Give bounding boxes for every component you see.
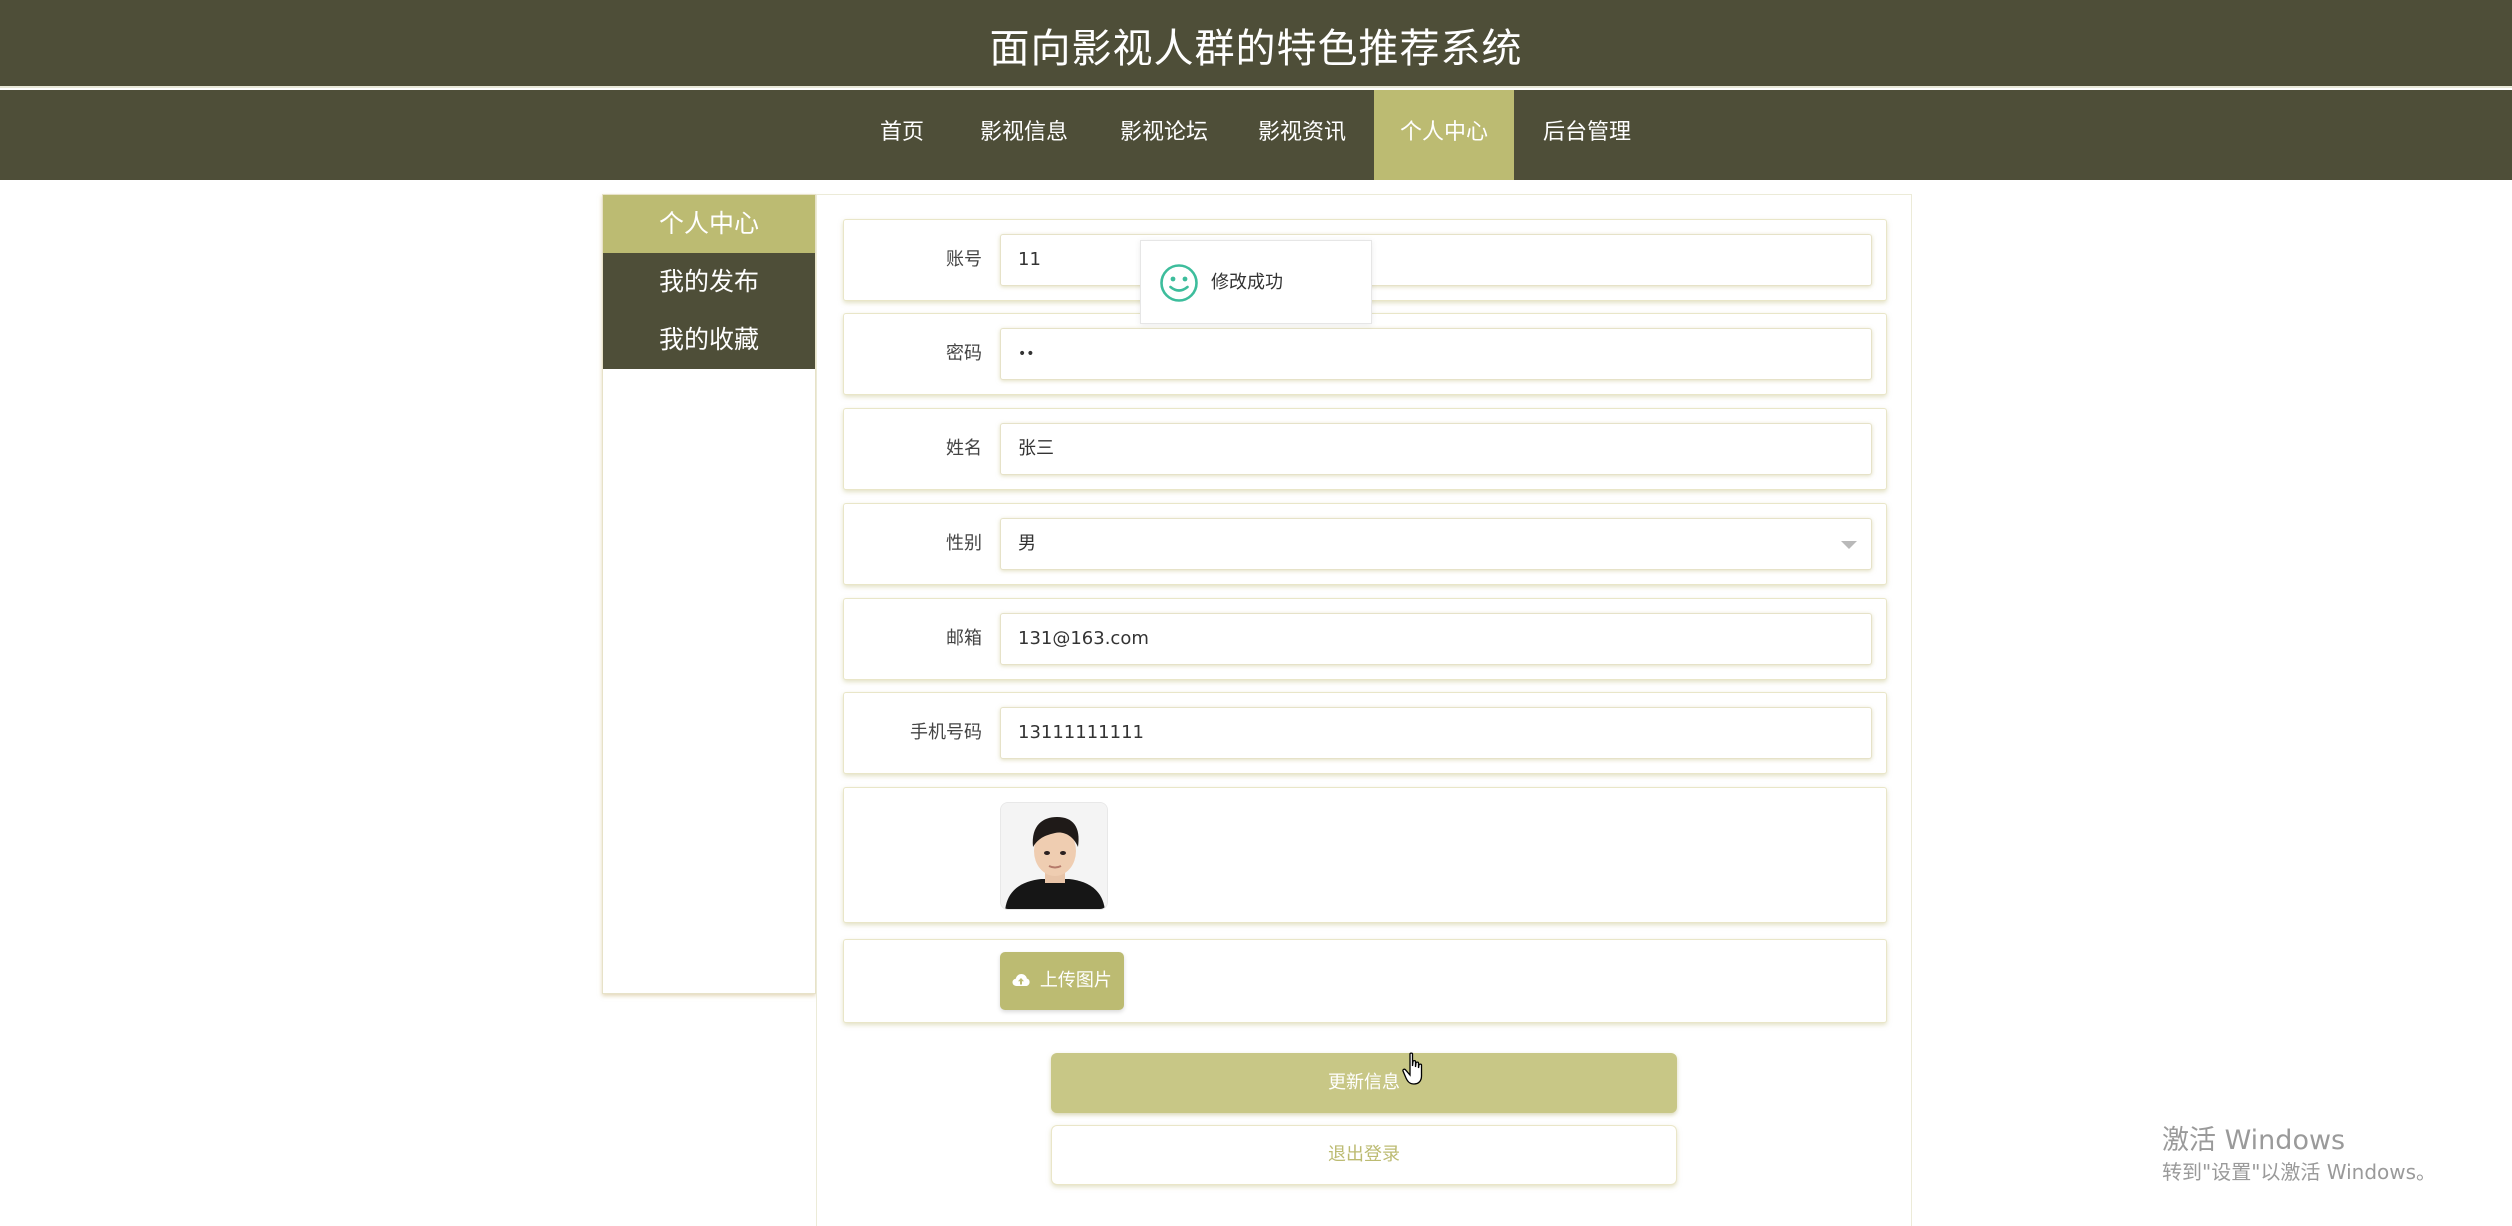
sidebar-item-my-posts[interactable]: 我的发布 bbox=[603, 253, 815, 311]
name-input[interactable]: 张三 bbox=[1000, 423, 1872, 475]
nav-item-home[interactable]: 首页 bbox=[864, 90, 940, 180]
form-row-avatar bbox=[843, 787, 1887, 923]
password-label: 密码 bbox=[946, 343, 982, 364]
avatar-portrait-icon bbox=[1001, 803, 1107, 909]
phone-input[interactable]: 13111111111 bbox=[1000, 707, 1872, 759]
sidebar-item-personal-center[interactable]: 个人中心 bbox=[603, 195, 815, 253]
name-label: 姓名 bbox=[946, 438, 982, 459]
success-toast: 修改成功 bbox=[1140, 240, 1372, 324]
profile-form-panel: 账号 11 密码 •• 姓名 张三 性别 男 邮箱 131@163.com 手机… bbox=[816, 194, 1912, 1226]
site-title: 面向影视人群的特色推荐系统 bbox=[989, 26, 1523, 72]
account-input[interactable]: 11 bbox=[1000, 234, 1872, 286]
nav-item-admin[interactable]: 后台管理 bbox=[1528, 90, 1646, 180]
gender-value: 男 bbox=[1018, 533, 1036, 554]
toast-message: 修改成功 bbox=[1211, 272, 1283, 293]
windows-activation-title: 激活 Windows bbox=[2162, 1125, 2346, 1156]
chevron-down-icon[interactable] bbox=[1841, 541, 1857, 549]
hand-pointer-icon bbox=[1402, 1052, 1423, 1085]
form-row-password: 密码 •• bbox=[843, 313, 1887, 395]
site-header: 面向影视人群的特色推荐系统 bbox=[0, 0, 2512, 88]
form-row-gender: 性别 男 bbox=[843, 503, 1887, 585]
nav-item-personal-center[interactable]: 个人中心 bbox=[1374, 90, 1514, 180]
nav-item-movie-forum[interactable]: 影视论坛 bbox=[1106, 90, 1222, 180]
cloud-upload-icon bbox=[1012, 974, 1030, 986]
sidebar: 个人中心 我的发布 我的收藏 bbox=[602, 194, 816, 994]
nav-item-movie-news[interactable]: 影视资讯 bbox=[1244, 90, 1360, 180]
phone-label: 手机号码 bbox=[910, 722, 982, 743]
smile-icon bbox=[1160, 264, 1198, 302]
email-input[interactable]: 131@163.com bbox=[1000, 613, 1872, 665]
form-row-name: 姓名 张三 bbox=[843, 408, 1887, 490]
avatar[interactable] bbox=[1000, 802, 1108, 910]
logout-button[interactable]: 退出登录 bbox=[1051, 1125, 1677, 1185]
main-nav: 首页 影视信息 影视论坛 影视资讯 个人中心 后台管理 bbox=[0, 90, 2512, 180]
windows-activation-subtitle: 转到"设置"以激活 Windows。 bbox=[2162, 1160, 2437, 1184]
account-label: 账号 bbox=[946, 249, 982, 270]
form-row-upload: 上传图片 bbox=[843, 939, 1887, 1023]
update-info-button[interactable]: 更新信息 bbox=[1051, 1053, 1677, 1113]
form-row-phone: 手机号码 13111111111 bbox=[843, 692, 1887, 774]
form-row-email: 邮箱 131@163.com bbox=[843, 598, 1887, 680]
upload-button-label: 上传图片 bbox=[1039, 970, 1112, 991]
gender-select[interactable]: 男 bbox=[1000, 518, 1872, 570]
sidebar-item-my-favorites[interactable]: 我的收藏 bbox=[603, 311, 815, 369]
gender-label: 性别 bbox=[946, 533, 982, 554]
nav-item-movie-info[interactable]: 影视信息 bbox=[966, 90, 1082, 180]
email-label: 邮箱 bbox=[946, 628, 982, 649]
password-input[interactable]: •• bbox=[1000, 328, 1872, 380]
upload-image-button[interactable]: 上传图片 bbox=[1000, 952, 1124, 1010]
